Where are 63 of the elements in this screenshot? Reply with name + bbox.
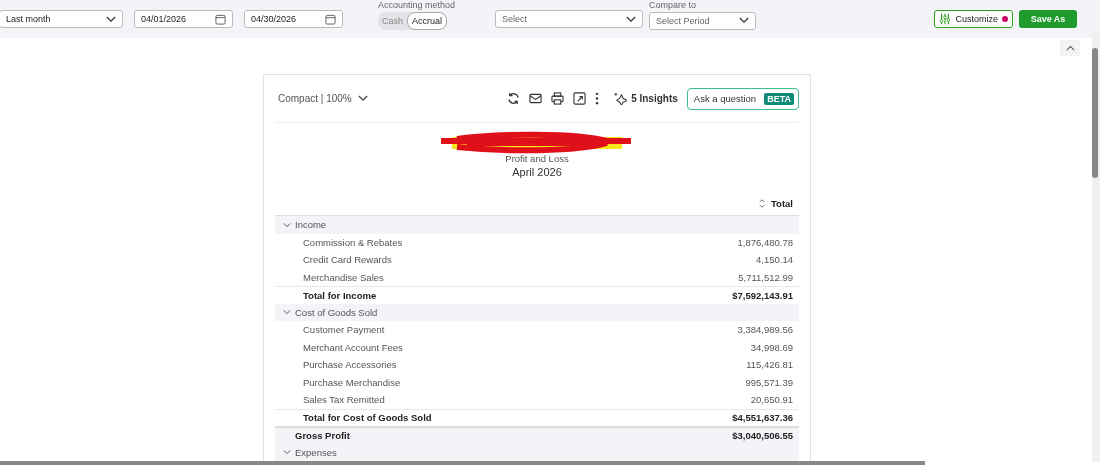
account-label: Commission & Rebates [303,236,403,248]
account-label: Purchase Merchandise [303,376,401,388]
total-amount: $4,551,637.36 [732,412,793,424]
account-amount: 3,384,989.56 [737,324,793,336]
row-amount: $3,040,506.55 [732,430,793,442]
chevron-down-icon [106,15,116,23]
accounting-method-label: Accounting method [378,0,456,10]
report-period: April 2026 [512,166,562,178]
email-icon[interactable] [529,92,543,105]
account-amount: 995,571.39 [745,376,793,388]
chevron-down-icon[interactable] [283,220,291,229]
end-date-field[interactable]: 04/30/2026 [244,10,343,28]
chevron-down-icon[interactable] [283,308,291,317]
view-dropdown[interactable]: Compact | 100% [278,93,368,104]
chevron-down-icon [626,15,637,23]
account-amount: 115,426.81 [746,359,793,371]
chevron-up-icon [1065,45,1075,51]
start-date-field[interactable]: 04/01/2026 [134,10,233,28]
export-icon[interactable] [573,92,587,105]
print-icon[interactable] [551,92,565,105]
account-amount: 5,711,512.99 [738,271,793,283]
account-amount: 4,150.14 [756,254,793,266]
compare-to-dropdown[interactable]: Select Period [649,11,757,30]
report-subtitle: Profit and Loss [505,153,569,164]
total-amount: $7,592,143.91 [732,289,793,301]
section-label[interactable]: Cost of Goods Sold [295,306,378,318]
chevron-down-icon[interactable] [283,448,291,457]
account-amount: 20,650.91 [750,394,793,406]
insights-button[interactable]: 5 Insights [608,92,678,105]
ask-question-button[interactable]: Ask a question BETA [686,87,799,110]
account-label: Merchant Account Fees [303,341,403,353]
account-label: Credit Card Rewards [303,254,392,266]
customize-button[interactable]: Customize [934,10,1013,28]
account-label: Merchandise Sales [303,271,384,283]
chevron-down-icon [739,17,750,24]
total-label: Total for Cost of Goods Sold [303,412,432,424]
calendar-icon [325,13,336,25]
compare-to-label: Compare to [649,0,697,10]
chevron-down-icon [357,95,368,102]
horizontal-scrollbar[interactable] [0,461,925,465]
column-header: Total [771,197,793,209]
refresh-icon[interactable] [507,92,521,105]
sliders-icon [939,13,952,25]
account-label: Sales Tax Remitted [303,394,385,406]
method-option[interactable]: Accrual [407,11,448,30]
save-as-button[interactable]: Save As [1019,10,1077,28]
more-options-icon[interactable] [595,92,600,105]
account-label: Purchase Accessories [303,359,397,371]
section-label[interactable]: Expenses [295,446,337,458]
row-label: Gross Profit [295,430,350,442]
sparkle-icon [614,92,628,105]
display-columns-dropdown[interactable]: Select [495,10,644,28]
calendar-icon [215,13,226,25]
total-label: Total for Income [303,289,377,301]
section-label[interactable]: Income [295,219,327,231]
sort-icon[interactable] [759,198,765,208]
account-label: Customer Payment [303,324,385,336]
collapse-button[interactable] [1060,40,1080,56]
account-amount: 34,998.69 [750,341,793,353]
beta-badge: BETA [764,92,794,105]
vertical-scrollbar[interactable] [1092,32,1100,462]
period-dropdown[interactable]: Last month [0,10,123,28]
account-amount: 1,876,480.78 [737,236,793,248]
